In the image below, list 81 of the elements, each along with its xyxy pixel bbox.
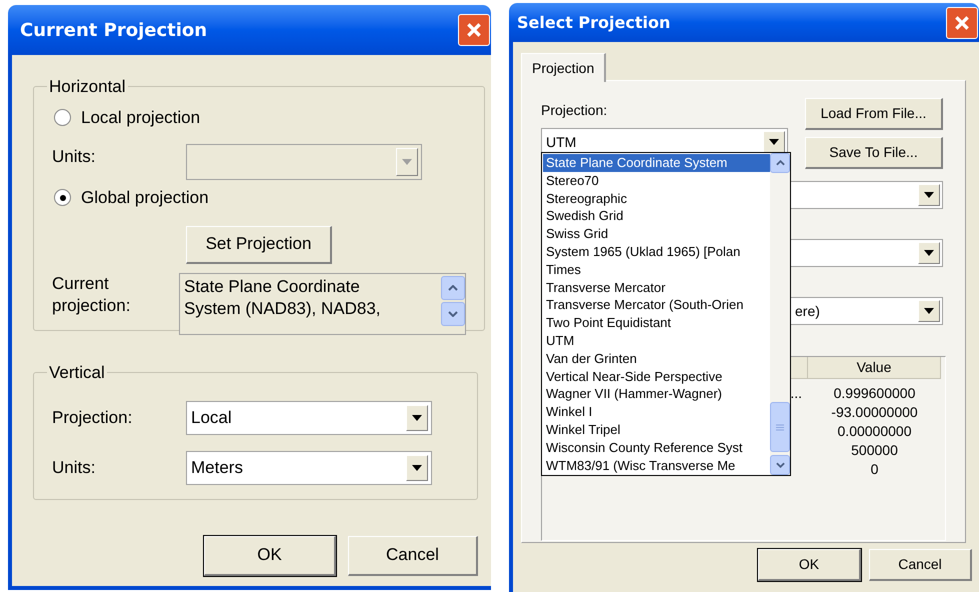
radio-label: Global projection: [81, 186, 209, 209]
group-title: Horizontal: [48, 76, 127, 98]
dropdown-field[interactable]: Local: [186, 400, 432, 434]
caret-icon: [924, 250, 934, 256]
field-label: Projection:: [52, 406, 134, 429]
list-item[interactable]: Transverse Mercator: [543, 278, 770, 296]
chevron-up-icon: [776, 160, 784, 166]
radio-button[interactable]: [54, 189, 71, 206]
field-label: Units:: [52, 456, 96, 479]
dialog-button[interactable]: OK: [204, 536, 336, 576]
list-item[interactable]: Times: [543, 260, 770, 279]
list-item[interactable]: Vertical Near-Side Perspective: [543, 368, 770, 386]
dialog-button[interactable]: Cancel: [869, 549, 972, 581]
list-item[interactable]: Wisconsin County Reference Syst: [543, 438, 770, 457]
dialog-button[interactable]: Save To File...: [805, 137, 943, 169]
scroll-down-button[interactable]: [441, 302, 465, 326]
dropdown-arrow-button[interactable]: [763, 131, 785, 153]
list-item[interactable]: Stereo70: [543, 172, 770, 190]
list-item[interactable]: Winkel Tripel: [543, 420, 770, 439]
table-cell-text: -93.00000000: [831, 403, 918, 422]
dropdown-arrow-button[interactable]: [918, 242, 940, 264]
list-item[interactable]: Winkel I: [543, 403, 770, 421]
table-cell-text: 0.00000000: [838, 422, 912, 441]
list-item[interactable]: System 1965 (Uklad 1965) [Polan: [543, 242, 770, 261]
field-label: Current projection:: [52, 272, 132, 316]
list-item[interactable]: WTM83/91 (Wisc Transverse Me: [543, 456, 770, 474]
table-cell-text: 0: [870, 460, 878, 479]
grip-icon: [776, 424, 784, 430]
caret-icon: [769, 139, 779, 145]
chevron-down-icon: [776, 462, 784, 468]
caret-icon: [412, 414, 422, 420]
scrollbar[interactable]: [770, 153, 790, 475]
close-icon: [465, 21, 483, 39]
dropdown-arrow-button[interactable]: [406, 454, 428, 480]
caret-icon: [412, 464, 422, 470]
list-item[interactable]: Van der Grinten: [543, 350, 770, 368]
dropdown-value: ere): [795, 302, 820, 318]
list-item[interactable]: Transverse Mercator (South-Orien: [543, 296, 770, 314]
field-label: Units:: [52, 146, 96, 168]
dialog-button[interactable]: Set Projection: [186, 226, 332, 264]
close-button[interactable]: [458, 14, 490, 46]
list-item[interactable]: Wagner VII (Hammer-Wagner): [543, 385, 770, 404]
dropdown-value: UTM: [546, 132, 578, 152]
window-title: Current Projection: [20, 18, 208, 42]
radio-label: Local projection: [81, 106, 200, 129]
chevron-up-icon: [448, 284, 458, 290]
list-item[interactable]: UTM: [543, 332, 770, 350]
list-item[interactable]: Two Point Equidistant: [543, 314, 770, 332]
dropdown-value: Local: [191, 406, 233, 429]
scroll-up-button[interactable]: [770, 153, 790, 173]
radio-button[interactable]: [54, 109, 71, 126]
list-item[interactable]: Stereographic: [543, 190, 770, 208]
caret-icon: [924, 308, 934, 314]
dialog-button[interactable]: Cancel: [348, 536, 478, 576]
caret-icon: [402, 158, 412, 164]
field-label: Projection:: [541, 101, 608, 120]
table-cell-text: 0.999600000: [834, 384, 916, 403]
scroll-up-button[interactable]: [441, 276, 465, 300]
dropdown-arrow-button[interactable]: [918, 184, 940, 206]
close-icon: [953, 14, 971, 32]
group-title: Vertical: [48, 362, 106, 384]
dropdown-field[interactable]: Meters: [186, 450, 432, 484]
window-title: Select Projection: [517, 12, 670, 34]
caret-icon: [924, 192, 934, 198]
dropdown-value: Meters: [191, 456, 244, 479]
dropdown-arrow-button[interactable]: [406, 404, 428, 430]
list-item[interactable]: Swiss Grid: [543, 225, 770, 243]
close-button[interactable]: [946, 6, 978, 38]
table-cell-text: ...: [790, 384, 802, 403]
dialog-button[interactable]: Load From File...: [805, 98, 943, 130]
column-header[interactable]: Value: [808, 357, 941, 379]
table-cell-text: 500000: [851, 441, 898, 460]
list-item[interactable]: State Plane Coordinate System: [543, 154, 770, 172]
dialog-button[interactable]: OK: [758, 549, 861, 581]
tab[interactable]: Projection: [521, 53, 606, 82]
dropdown-arrow-button[interactable]: [918, 300, 940, 322]
scroll-down-button[interactable]: [770, 455, 790, 475]
projection-text: State Plane Coordinate System (NAD83), NAD83,: [184, 276, 382, 320]
chevron-down-icon: [448, 310, 458, 316]
scroll-thumb[interactable]: [770, 402, 790, 452]
list-item[interactable]: Swedish Grid: [543, 207, 770, 226]
